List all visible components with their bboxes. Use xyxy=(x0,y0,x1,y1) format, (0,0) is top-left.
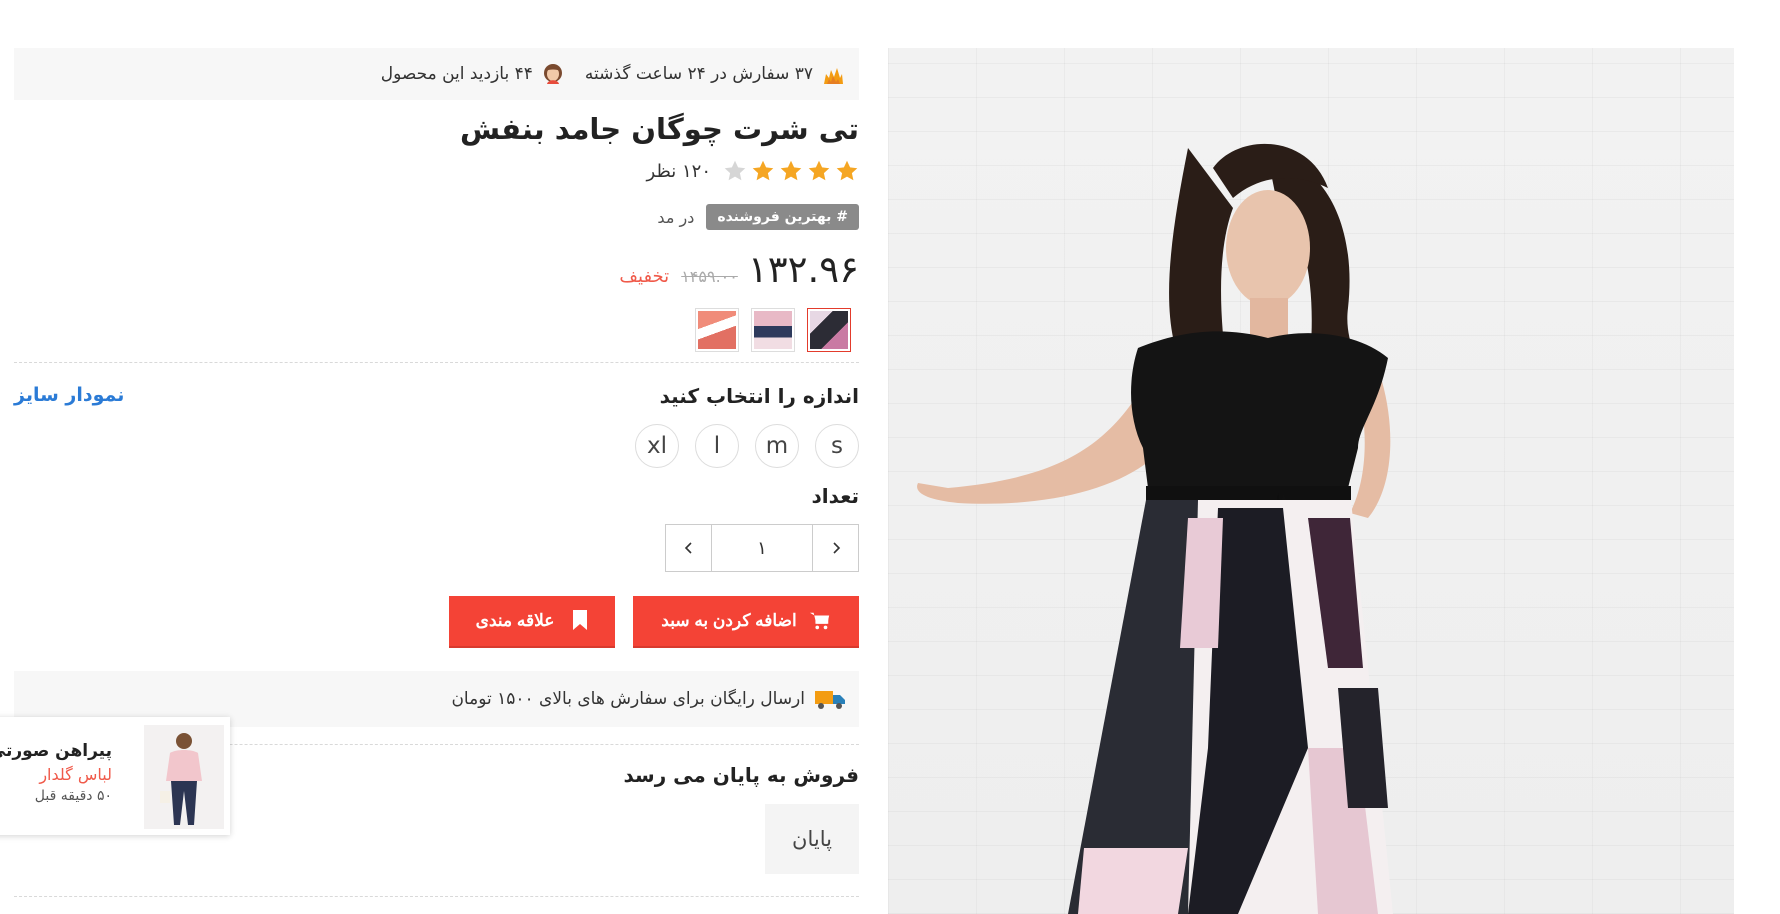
recent-purchase-popup[interactable]: پیراهن صورتی زنانه لباس گلدار ۵۰ دقیقه ق… xyxy=(0,717,230,835)
swatch-1-image xyxy=(810,311,848,349)
chevron-left-icon xyxy=(684,542,692,554)
product-title: تی شرت چوگان جامد بنفش xyxy=(460,112,859,146)
swatch-1[interactable] xyxy=(807,308,851,352)
quantity-decrease-button[interactable] xyxy=(666,525,711,571)
size-options: s m l xl xyxy=(635,424,859,468)
free-shipping-text: ارسال رایگان برای سفارش های بالای ۱۵۰۰ ت… xyxy=(451,689,805,709)
current-price: ۱۳۲.۹۶ xyxy=(747,248,859,291)
review-count[interactable]: ۱۲۰ نظر xyxy=(647,161,711,182)
chevron-right-icon xyxy=(832,542,840,554)
views-stat-text: ۴۴ بازدید این محصول xyxy=(380,64,533,84)
quantity-input[interactable]: ۱ xyxy=(711,525,812,571)
quantity-stepper: ۱ xyxy=(665,524,859,572)
stats-bar: ۳۷ سفارش در ۲۴ ساعت گذشته ۴۴ بازدید این … xyxy=(14,48,859,100)
wishlist-button[interactable]: علاقه مندی xyxy=(449,596,615,646)
divider xyxy=(14,896,859,897)
rating-row: ۱۲۰ نظر xyxy=(647,159,859,183)
model-dress-illustration xyxy=(917,143,1393,914)
size-option-m[interactable]: m xyxy=(755,424,799,468)
old-price: ۱۴۵۹.۰۰ xyxy=(681,267,738,286)
discount-label: تخفیف xyxy=(619,266,670,287)
person-icon xyxy=(541,62,565,86)
star-filled-icon xyxy=(780,160,802,181)
wishlist-label: علاقه مندی xyxy=(475,611,555,630)
fire-icon xyxy=(821,62,845,86)
sale-countdown: پایان xyxy=(765,804,859,874)
badge-row: # بهترین فروشنده در مد xyxy=(657,204,859,230)
recent-purchase-category: لباس گلدار xyxy=(39,765,112,784)
swatch-2[interactable] xyxy=(751,308,795,352)
cart-icon xyxy=(809,610,831,632)
swatch-3-image xyxy=(698,311,736,349)
trend-tag: در مد xyxy=(657,207,695,227)
star-filled-icon xyxy=(808,160,830,181)
views-stat: ۴۴ بازدید این محصول xyxy=(381,62,565,86)
quantity-increase-button[interactable] xyxy=(812,525,858,571)
product-image[interactable] xyxy=(888,48,1734,914)
orders-stat: ۳۷ سفارش در ۲۴ ساعت گذشته xyxy=(585,62,845,86)
recent-purchase-details: پیراهن صورتی زنانه لباس گلدار ۵۰ دقیقه ق… xyxy=(0,741,112,804)
divider xyxy=(14,362,859,363)
truck-icon xyxy=(815,688,845,710)
swatch-3[interactable] xyxy=(695,308,739,352)
size-label: اندازه را انتخاب کنید xyxy=(659,384,859,408)
size-option-l[interactable]: l xyxy=(695,424,739,468)
recent-purchase-time: ۵۰ دقیقه قبل xyxy=(34,788,112,804)
star-empty-icon xyxy=(724,160,746,181)
action-buttons: اضافه کردن به سبد علاقه مندی xyxy=(449,596,859,646)
star-filled-icon xyxy=(752,160,774,181)
size-option-s[interactable]: s xyxy=(815,424,859,468)
size-option-xl[interactable]: xl xyxy=(635,424,679,468)
sale-ending-label: فروش به پایان می رسد xyxy=(623,763,859,787)
swatch-2-image xyxy=(754,311,792,349)
size-chart-link[interactable]: نمودار سایز xyxy=(14,384,124,406)
orders-stat-text: ۳۷ سفارش در ۲۴ ساعت گذشته xyxy=(584,64,813,84)
star-rating[interactable] xyxy=(723,159,859,183)
bookmark-icon xyxy=(566,610,588,632)
add-to-cart-label: اضافه کردن به سبد xyxy=(661,611,797,630)
recent-purchase-thumbnail xyxy=(144,725,224,829)
recent-purchase-name: پیراهن صورتی زنانه xyxy=(0,741,112,761)
best-seller-badge: # بهترین فروشنده xyxy=(706,204,859,230)
product-page: ۳۷ سفارش در ۲۴ ساعت گذشته ۴۴ بازدید این … xyxy=(0,0,1780,914)
add-to-cart-button[interactable]: اضافه کردن به سبد xyxy=(633,596,859,646)
price-row: ۱۳۲.۹۶ ۱۴۵۹.۰۰ تخفیف xyxy=(619,248,859,291)
quantity-label: تعداد xyxy=(811,484,859,508)
star-filled-icon xyxy=(836,160,858,181)
color-swatches xyxy=(695,308,851,352)
